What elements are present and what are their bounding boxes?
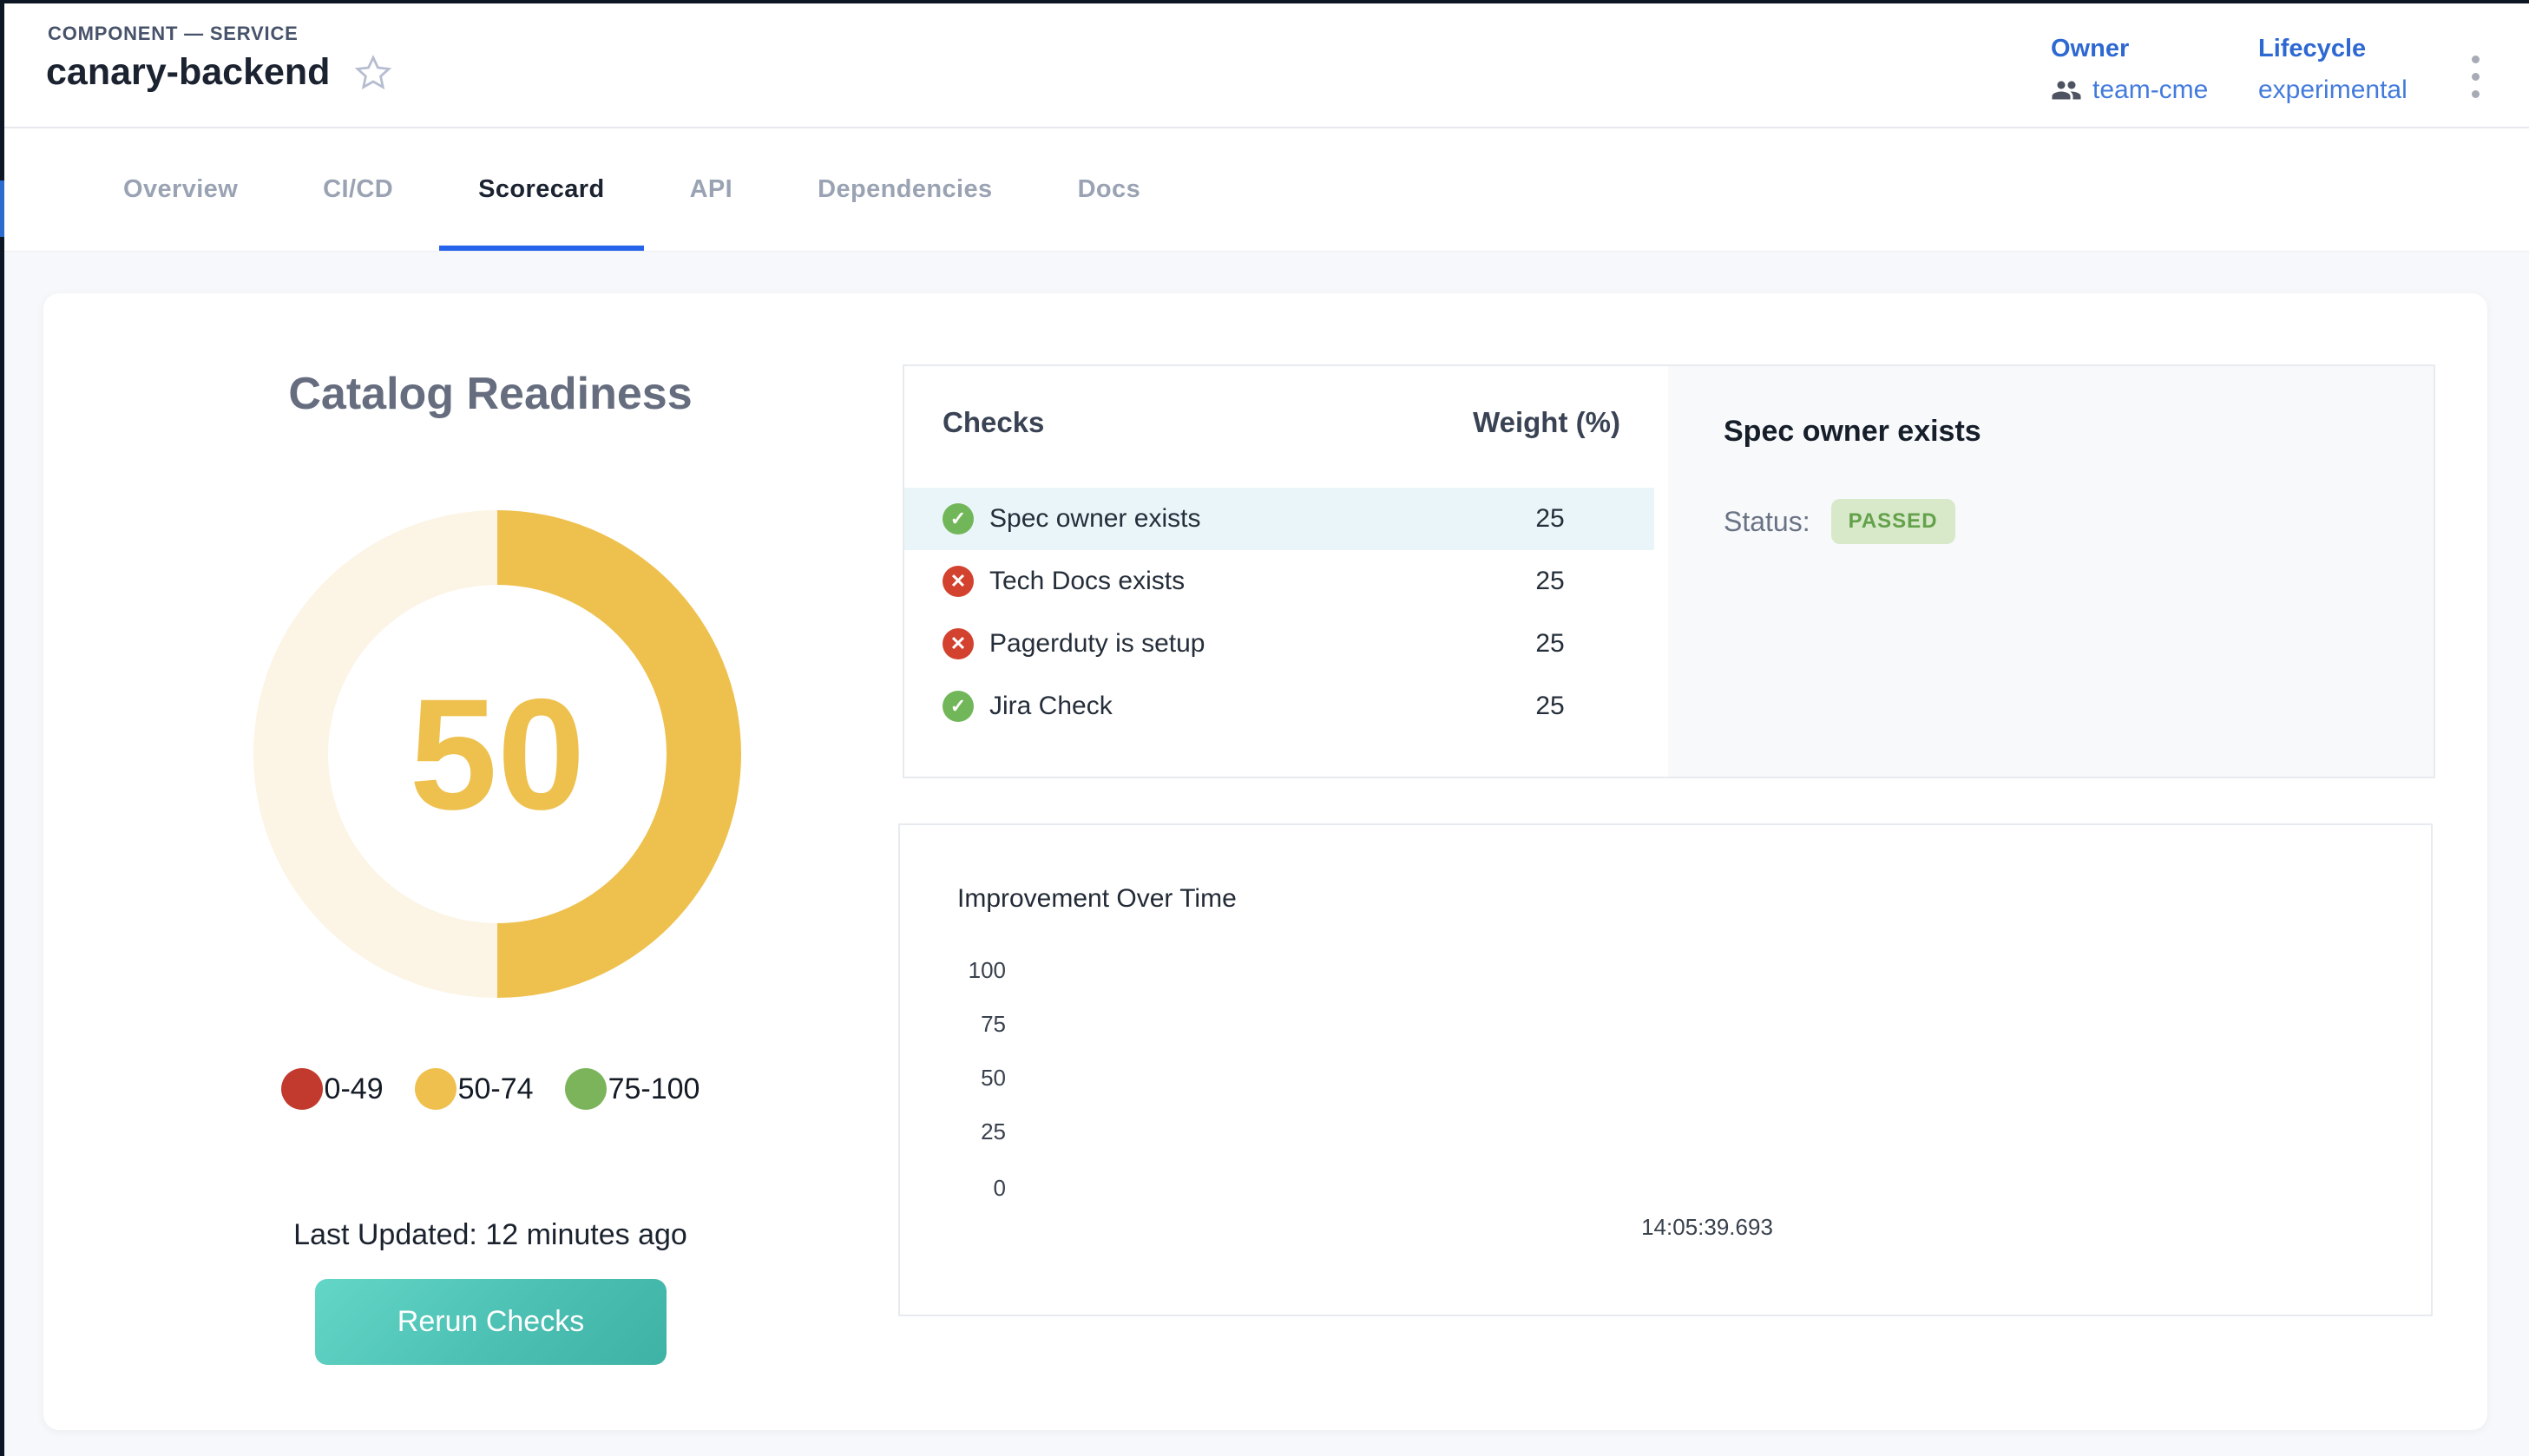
sidebar-active-indicator: [0, 180, 4, 237]
checks-table: Checks Weight (%) Spec owner exists 25 T…: [904, 366, 1668, 777]
lifecycle-block: Lifecycle experimental: [2258, 35, 2407, 105]
improvement-chart-panel: Improvement Over Time 100 75 50 25 0 14:…: [898, 823, 2433, 1316]
last-updated-text: Last Updated: 12 minutes ago: [43, 1218, 937, 1252]
x-axis-tick: 14:05:39.693: [1629, 1214, 1785, 1241]
y-axis-tick: 25: [950, 1118, 1006, 1145]
table-row[interactable]: Spec owner exists 25: [904, 488, 1654, 550]
rerun-checks-button[interactable]: Rerun Checks: [315, 1279, 667, 1365]
tab-overview[interactable]: Overview: [84, 128, 277, 251]
check-detail-title: Spec owner exists: [1724, 415, 2378, 449]
legend-item-high: 75-100: [565, 1068, 700, 1110]
score-donut-hole: 50: [328, 585, 667, 923]
check-status-row: Status: PASSED: [1724, 499, 2378, 544]
kebab-menu-icon[interactable]: [2468, 52, 2483, 102]
check-status-icon: [943, 628, 974, 659]
score-value: 50: [410, 675, 585, 833]
lifecycle-value: experimental: [2258, 75, 2407, 105]
checks-table-header: Checks Weight (%): [943, 406, 1651, 439]
status-badge: PASSED: [1831, 499, 1955, 544]
owner-label: Owner: [2051, 35, 2208, 63]
tab-dependencies[interactable]: Dependencies: [778, 128, 1031, 251]
check-status-icon: [943, 691, 974, 722]
legend-dot-yellow: [415, 1068, 457, 1110]
entity-tabbar: Overview CI/CD Scorecard API Dependencie…: [4, 128, 2529, 252]
legend-item-low: 0-49: [281, 1068, 384, 1110]
favorite-star-icon[interactable]: [352, 52, 394, 94]
catalog-readiness-title: Catalog Readiness: [43, 368, 937, 420]
check-status-icon: [943, 503, 974, 535]
entity-kind-eyebrow: COMPONENT — SERVICE: [48, 23, 299, 45]
weight-column-header: Weight (%): [1442, 406, 1651, 439]
score-legend: 0-49 50-74 75-100: [43, 1068, 937, 1110]
check-detail-panel: Spec owner exists Status: PASSED: [1668, 366, 2434, 777]
y-axis-tick: 75: [950, 1010, 1006, 1038]
checks-panel: Checks Weight (%) Spec owner exists 25 T…: [903, 364, 2435, 778]
chart-title: Improvement Over Time: [957, 884, 1237, 914]
page-title: canary-backend: [46, 51, 330, 94]
owner-link[interactable]: team-cme: [2092, 75, 2208, 105]
check-status-icon: [943, 566, 974, 597]
improvement-chart: Improvement Over Time 100 75 50 25 0 14:…: [900, 825, 2431, 1315]
score-donut-chart: 50: [253, 510, 741, 998]
status-label: Status:: [1724, 506, 1810, 538]
tab-scorecard[interactable]: Scorecard: [439, 128, 643, 251]
entity-header: COMPONENT — SERVICE canary-backend Owner…: [0, 3, 2529, 128]
table-row[interactable]: Pagerduty is setup 25: [904, 613, 1654, 675]
people-icon: [2051, 78, 2082, 102]
y-axis-tick: 100: [950, 956, 1006, 984]
tab-docs[interactable]: Docs: [1039, 128, 1180, 251]
y-axis-tick: 50: [950, 1064, 1006, 1092]
legend-dot-red: [281, 1068, 323, 1110]
lifecycle-label: Lifecycle: [2258, 35, 2407, 63]
checks-rows: Spec owner exists 25 Tech Docs exists 25…: [904, 488, 1654, 738]
tab-api[interactable]: API: [651, 128, 772, 251]
owner-block: Owner team-cme: [2051, 35, 2208, 105]
window-top-edge: [0, 0, 2529, 3]
scorecard-card: Catalog Readiness 50 0-49 50-74 75-100 L…: [43, 293, 2487, 1430]
y-axis-tick: 0: [950, 1174, 1006, 1202]
legend-dot-green: [565, 1068, 607, 1110]
entity-title-row: canary-backend: [46, 51, 394, 94]
legend-item-mid: 50-74: [415, 1068, 534, 1110]
checks-column-header: Checks: [943, 406, 1442, 439]
table-row[interactable]: Jira Check 25: [904, 675, 1654, 738]
tab-cicd[interactable]: CI/CD: [284, 128, 432, 251]
table-row[interactable]: Tech Docs exists 25: [904, 550, 1654, 613]
